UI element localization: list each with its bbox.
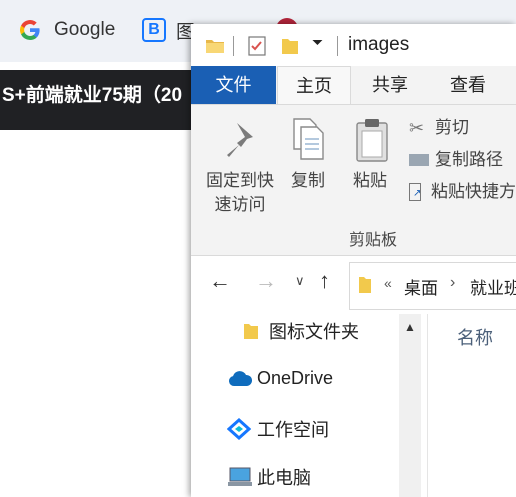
paste-icon	[356, 119, 388, 162]
ribbon-clipboard-group: 固定到快速访问 复制 粘贴 ✂ 剪切 复制路径 ↗ 粘贴快捷方 剪贴板	[191, 104, 516, 256]
pc-icon	[228, 467, 252, 486]
file-explorer-window: ⏷ images 文件 主页 共享 查看 固定到快速访问 复制 粘贴 ✂ 剪切 …	[191, 24, 516, 497]
navigation-bar: ← → ∨ ↑ « 桌面 › 就业班	[191, 256, 516, 314]
cut-button[interactable]: ✂ 剪切	[409, 115, 516, 141]
group-label: 剪贴板	[349, 232, 398, 249]
up-arrow-icon[interactable]: ↑	[319, 268, 330, 294]
bookmark-b[interactable]: B 图	[142, 16, 195, 44]
copy-icon	[293, 118, 324, 160]
nav-item-label: OneDrive	[257, 368, 334, 388]
breadcrumb-employment[interactable]: 就业班	[470, 274, 516, 299]
tab-share[interactable]: 共享	[355, 66, 425, 104]
scissors-icon: ✂	[409, 117, 425, 138]
breadcrumb-separator-icon: ›	[450, 274, 456, 291]
pane-divider	[427, 314, 428, 497]
scroll-up-icon[interactable]: ▲	[404, 320, 416, 334]
tab-home[interactable]: 主页	[277, 66, 351, 105]
paste-shortcut-icon: ↗	[409, 183, 421, 201]
onedrive-icon	[228, 370, 253, 386]
folder-icon	[244, 324, 258, 339]
pin-icon	[227, 123, 253, 157]
nav-item-label: 图标文件夹	[269, 322, 359, 342]
bookmark-label: Google	[54, 19, 116, 40]
ribbon-tabs: 文件 主页 共享 查看	[191, 66, 516, 105]
copy-path-label: 复制路径	[435, 150, 503, 169]
title-bar: ⏷ images	[191, 24, 516, 66]
folder-icon	[206, 40, 224, 53]
workspace-icon	[227, 418, 251, 440]
cut-label: 剪切	[435, 118, 469, 137]
window-title: images	[348, 34, 410, 55]
paste-button[interactable]: 粘贴	[347, 105, 397, 215]
new-folder-icon[interactable]	[281, 36, 299, 56]
nav-item-onedrive[interactable]: OneDrive	[227, 368, 333, 389]
folder-icon	[359, 277, 371, 293]
properties-icon[interactable]	[247, 35, 267, 57]
paste-shortcut-label: 粘贴快捷方	[431, 182, 516, 201]
google-icon	[20, 20, 40, 40]
recent-locations-chevron-icon[interactable]: ∨	[295, 273, 305, 289]
nav-item-workspace[interactable]: 工作空间	[227, 416, 329, 442]
pin-button[interactable]: 固定到快速访问	[197, 105, 279, 215]
forward-arrow-icon[interactable]: →	[255, 268, 277, 294]
nav-pane-scrollbar[interactable]: ▲	[399, 314, 421, 497]
nav-item-icon-folder[interactable]: 图标文件夹	[243, 318, 359, 344]
nav-item-label: 工作空间	[257, 420, 329, 440]
tab-file[interactable]: 文件	[191, 66, 276, 104]
copy-path-icon	[409, 154, 429, 166]
copy-button[interactable]: 复制	[283, 105, 335, 215]
paste-label: 粘贴	[353, 171, 387, 190]
separator	[233, 36, 234, 56]
nav-item-this-pc[interactable]: 此电脑	[227, 464, 311, 490]
overflow-indicator[interactable]: «	[384, 275, 392, 291]
nav-item-label: 此电脑	[257, 468, 311, 488]
pin-label: 固定到快速访问	[206, 171, 274, 214]
breadcrumb-desktop[interactable]: 桌面	[404, 274, 438, 299]
column-header-name[interactable]: 名称	[457, 324, 493, 350]
b-app-icon: B	[142, 18, 166, 42]
bookmark-google[interactable]: Google	[18, 16, 115, 44]
back-arrow-icon[interactable]: ←	[209, 268, 231, 294]
copy-label: 复制	[291, 171, 325, 190]
tab-view[interactable]: 查看	[431, 66, 505, 104]
explorer-content: 图标文件夹 OneDrive 工作空间 此电脑 ▲ 名称	[191, 314, 516, 497]
browser-tab-title[interactable]: S+前端就业75期（20	[0, 70, 202, 130]
paste-shortcut-button[interactable]: ↗ 粘贴快捷方	[409, 179, 516, 205]
separator	[337, 36, 338, 56]
chevron-down-icon[interactable]: ⏷	[312, 34, 323, 51]
address-bar[interactable]: « 桌面 › 就业班	[349, 262, 516, 310]
copy-path-button[interactable]: 复制路径	[409, 147, 516, 173]
